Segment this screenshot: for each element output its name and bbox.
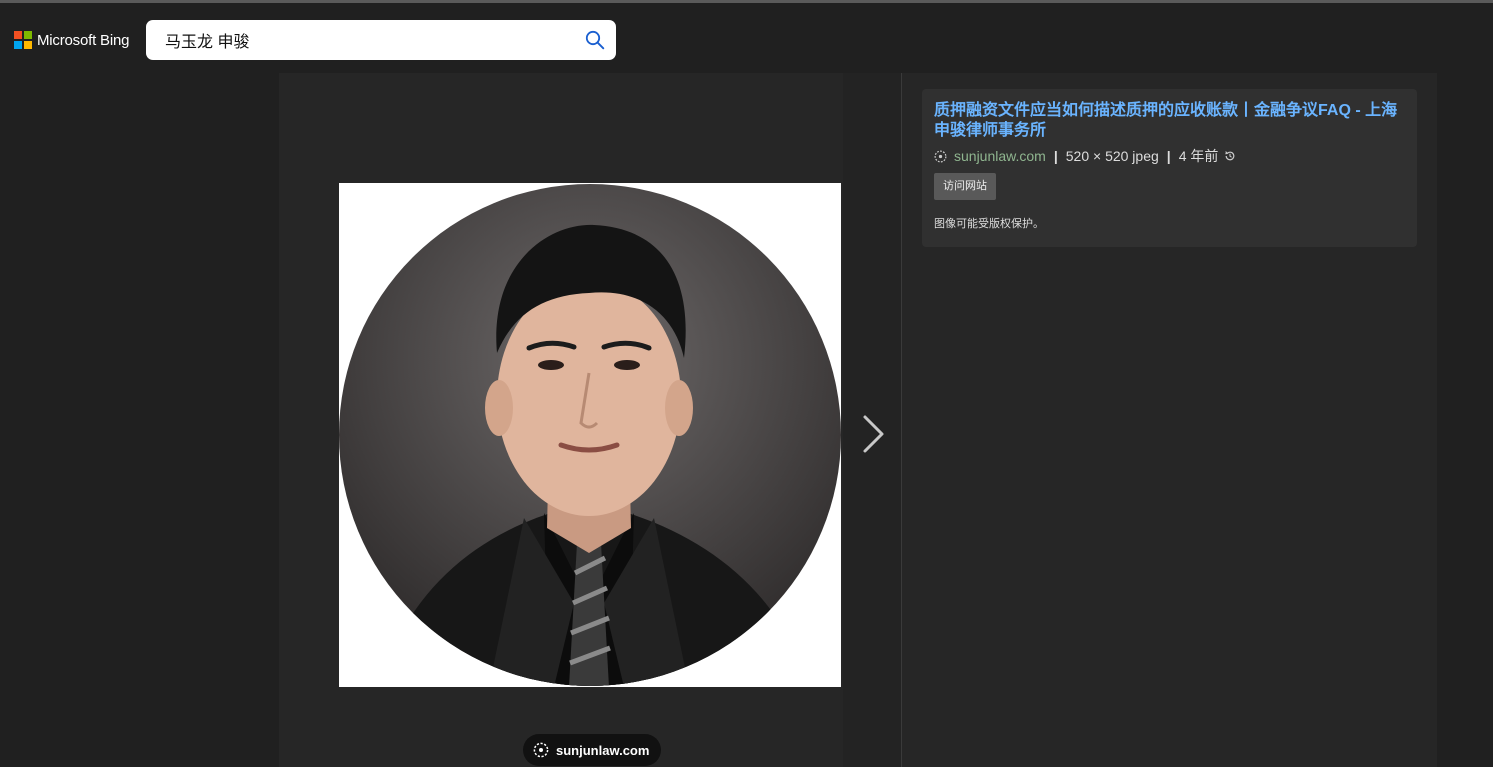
logo-text: Microsoft Bing (37, 31, 130, 49)
logo-square-blue (14, 41, 22, 49)
history-icon (1225, 151, 1235, 161)
microsoft-logo-icon (14, 31, 32, 49)
globe-icon (934, 150, 947, 162)
search-icon[interactable] (585, 30, 605, 50)
image-dimensions: 520 × 520 jpeg (1065, 148, 1159, 164)
search-box[interactable] (146, 20, 616, 60)
image-age: 4 年前 (1178, 148, 1219, 164)
result-meta: sunjunlaw.com | 520 × 520 jpeg | 4 年前 (934, 146, 1236, 166)
image-source-link[interactable]: sunjunlaw.com (523, 734, 662, 766)
meta-separator: | (1053, 148, 1058, 164)
window-top-border (0, 0, 1493, 3)
logo-square-red (14, 31, 22, 39)
result-domain-link[interactable]: sunjunlaw.com (954, 148, 1046, 164)
search-input[interactable] (165, 20, 565, 60)
logo-square-yellow (24, 41, 32, 49)
chevron-right-icon[interactable] (861, 414, 887, 454)
bing-logo[interactable]: Microsoft Bing (14, 31, 129, 49)
person-portrait-icon (339, 184, 841, 686)
globe-icon (533, 742, 549, 758)
image-source-label: sunjunlaw.com (556, 742, 650, 758)
copyright-notice: 图像可能受版权保护。 (934, 218, 1044, 230)
main-image[interactable] (339, 183, 841, 687)
result-title-link[interactable]: 质押融资文件应当如何描述质押的应收账款丨金融争议FAQ - 上海申骏律师事务所 (934, 101, 1404, 141)
logo-square-green (24, 31, 32, 39)
meta-separator: | (1166, 148, 1171, 164)
visit-website-button[interactable]: 访问网站 (934, 173, 996, 200)
result-card: 质押融资文件应当如何描述质押的应收账款丨金融争议FAQ - 上海申骏律师事务所 … (922, 89, 1417, 247)
